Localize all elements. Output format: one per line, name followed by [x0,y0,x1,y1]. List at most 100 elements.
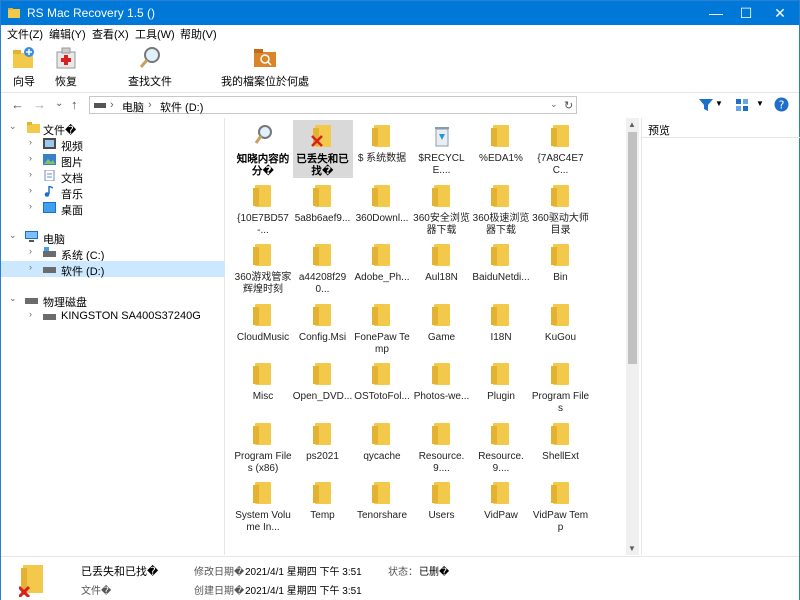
tree-item-physical-disks[interactable]: ⌄ 物理磁盘 [1,292,225,309]
file-item[interactable]: {7A8C4E7C... [531,120,591,178]
filter-icon[interactable] [699,99,713,111]
up-button[interactable]: ↑ [71,97,78,112]
tree-item-documents[interactable]: › 文档 [1,168,225,185]
file-item[interactable]: System Volume In... [233,477,293,535]
help-icon[interactable]: ? [774,97,789,112]
menu-file[interactable]: 文件(Z) [7,26,43,42]
expand-icon[interactable]: › [29,262,32,272]
file-item[interactable]: 360极速浏览器下载 [471,180,531,238]
maximize-button[interactable]: ☐ [731,1,761,25]
scroll-up-icon[interactable]: ▲ [628,120,636,129]
file-item[interactable]: 360驱动大师目录 [531,180,591,238]
file-item[interactable]: Bin [531,239,591,297]
file-item[interactable]: VidPaw Temp [531,477,591,535]
wizard-button[interactable]: 向导 [9,45,39,89]
file-item[interactable]: Program Files (x86) [233,418,293,476]
file-item[interactable]: Plugin [471,358,531,416]
file-item[interactable]: 知晓内容的分� [233,120,293,178]
tree-item-kingston[interactable]: › KINGSTON SA400S37240G [1,308,225,324]
file-item[interactable]: I18N [471,299,531,357]
file-item[interactable]: Resource.9.... [471,418,531,476]
folder-icon [431,302,452,328]
tree-item-music[interactable]: › 音乐 [1,184,225,201]
collapse-icon[interactable]: ⌄ [9,293,17,304]
expand-icon[interactable]: › [29,309,32,319]
expand-icon[interactable]: › [29,169,32,179]
tree-item-pictures[interactable]: › 图片 [1,152,225,169]
forward-button[interactable]: → [33,97,46,112]
file-item[interactable]: OSTotoFol... [352,358,412,416]
collapse-icon[interactable]: ⌄ [9,230,17,241]
menu-tools[interactable]: 工具(W) [135,26,175,42]
menu-edit[interactable]: 编辑(Y) [49,26,86,42]
file-item[interactable]: Adobe_Ph... [352,239,412,297]
file-item[interactable]: Photos-we... [412,358,472,416]
file-item[interactable]: 5a8b6aef9... [293,180,353,238]
minimize-button[interactable]: — [701,1,731,25]
tree-item-desktop[interactable]: › 桌面 [1,200,225,217]
view-mode-icon[interactable] [735,98,749,112]
file-item[interactable]: Misc [233,358,293,416]
where-files-button[interactable]: 我的檔案位於何處 [221,45,309,89]
file-item[interactable]: Open_DVD... [293,358,353,416]
file-item[interactable]: BaiduNetdi... [471,239,531,297]
file-item[interactable]: Game [412,299,472,357]
breadcrumb-computer[interactable]: 电脑 [122,99,144,115]
collapse-icon[interactable]: ⌄ [9,121,17,132]
expand-icon[interactable]: › [29,137,32,147]
vertical-scrollbar[interactable]: ▲ ▼ [626,118,639,555]
file-item[interactable]: Tenorshare [352,477,412,535]
file-item[interactable]: ShellExt [531,418,591,476]
close-button[interactable]: ✕ [765,1,795,25]
file-item[interactable]: Program Files [531,358,591,416]
back-button[interactable]: ← [11,97,24,112]
menu-view[interactable]: 查看(X) [92,26,129,42]
expand-icon[interactable]: › [29,153,32,163]
file-item[interactable]: 360Downl... [352,180,412,238]
address-dropdown-icon[interactable]: ⌄ [550,99,558,110]
tree-item-computer[interactable]: ⌄ 电脑 [1,229,225,246]
scrollbar-thumb[interactable] [628,132,637,364]
file-item[interactable]: Temp [293,477,353,535]
file-item[interactable]: Aul18N [412,239,472,297]
expand-icon[interactable]: › [29,246,32,256]
tree-item-drive-c[interactable]: › 系统 (C:) [1,245,225,262]
scroll-down-icon[interactable]: ▼ [628,544,636,553]
file-item[interactable]: $RECYCLE.... [412,120,472,178]
restore-button[interactable]: 恢复 [51,45,81,89]
menu-help[interactable]: 帮助(V) [180,26,217,42]
find-files-button[interactable]: 查找文件 [125,45,175,89]
file-item[interactable]: VidPaw [471,477,531,535]
refresh-button[interactable]: ↻ [564,99,573,112]
breadcrumb-drive-d[interactable]: 软件 (D:) [160,99,203,115]
drive-icon [43,267,56,273]
file-item[interactable]: Users [412,477,472,535]
address-bar[interactable]: › 电脑 › 软件 (D:) ⌄ ↻ [89,96,577,114]
file-item-name: ShellExt [542,450,579,462]
tree-item-files[interactable]: ⌄ 文件� [1,120,225,137]
expand-icon[interactable]: › [29,201,32,211]
file-item[interactable]: $ 系统数据 [352,120,412,178]
file-item[interactable]: 360安全浏览器下载 [412,180,472,238]
file-item-name: Aul18N [425,272,458,283]
history-dropdown-button[interactable]: ⌄ [55,98,63,109]
filter-dropdown-icon[interactable]: ▼ [715,99,723,108]
expand-icon[interactable]: › [29,185,32,195]
folder-icon [491,421,511,447]
file-item[interactable]: a44208f290... [293,239,353,297]
file-item[interactable]: 已丢失和已找� [292,120,353,178]
file-item[interactable]: qycache [352,418,412,476]
file-item[interactable]: Resource.9.... [412,418,472,476]
tree-item-video[interactable]: › 视频 [1,136,225,153]
file-item[interactable]: %EDA1% [471,120,531,178]
tree-item-drive-d[interactable]: › 软件 (D:) [1,261,225,278]
file-item[interactable]: Config.Msi [293,299,353,357]
file-item[interactable]: ps2021 [293,418,353,476]
file-item[interactable]: FonePaw Temp [352,299,412,357]
view-dropdown-icon[interactable]: ▼ [756,99,764,108]
file-item[interactable]: KuGou [531,299,591,357]
file-item[interactable]: {10E7BD57-... [233,180,293,238]
file-item[interactable]: CloudMusic [233,299,293,357]
file-item-name: 360游戏管家辉煌时刻 [234,272,292,295]
file-item[interactable]: 360游戏管家辉煌时刻 [233,239,293,297]
